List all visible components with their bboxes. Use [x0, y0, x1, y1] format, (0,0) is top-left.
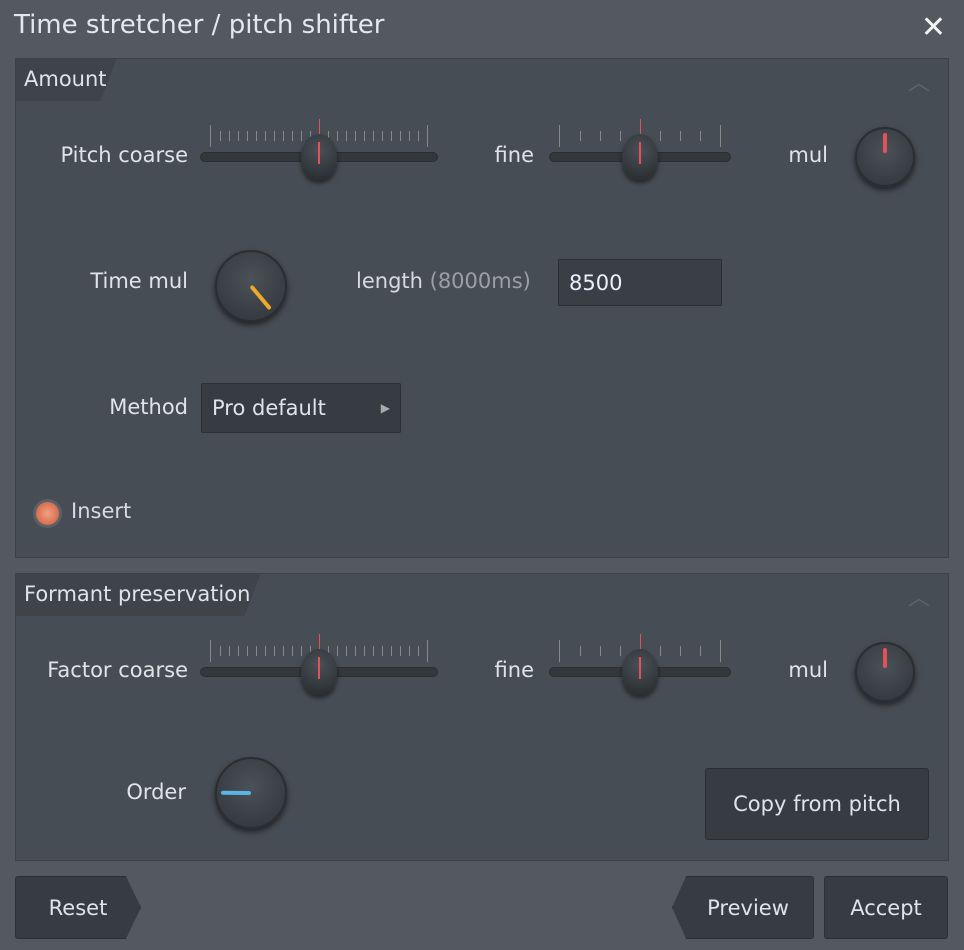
- collapse-chevron-icon[interactable]: ︿: [908, 65, 930, 97]
- accept-button[interactable]: Accept: [824, 876, 948, 939]
- factor-fine-label: fine: [494, 658, 534, 682]
- insert-checkbox[interactable]: [33, 499, 62, 528]
- method-label: Method: [109, 395, 188, 419]
- length-input[interactable]: 8500: [558, 259, 722, 306]
- slider-thumb[interactable]: [622, 649, 658, 695]
- copy-from-pitch-button[interactable]: Copy from pitch: [705, 768, 929, 840]
- slider-thumb[interactable]: [622, 134, 658, 180]
- collapse-chevron-icon[interactable]: ︿: [908, 580, 930, 612]
- factor-coarse-label: Factor coarse: [47, 658, 188, 682]
- pitch-mul-knob[interactable]: [855, 127, 915, 187]
- knob-indicator: [220, 790, 252, 795]
- length-hint: (8000ms): [429, 269, 531, 293]
- amount-header-label: Amount: [24, 67, 107, 91]
- preview-button[interactable]: Preview: [672, 876, 814, 939]
- pitch-mul-label: mul: [788, 143, 828, 167]
- formant-header[interactable]: Formant preservation: [16, 574, 260, 616]
- factor-mul-label: mul: [788, 658, 828, 682]
- order-knob[interactable]: [215, 757, 287, 829]
- knob-indicator: [249, 284, 272, 311]
- close-icon[interactable]: ✕: [921, 10, 946, 45]
- amount-header[interactable]: Amount: [16, 59, 117, 101]
- pitch-fine-slider[interactable]: [549, 118, 731, 188]
- method-dropdown[interactable]: Pro default ▶: [201, 383, 401, 433]
- slider-thumb[interactable]: [301, 134, 337, 180]
- knob-indicator: [883, 133, 887, 153]
- order-label: Order: [126, 780, 186, 804]
- time-mul-label: Time mul: [90, 269, 188, 293]
- factor-fine-slider[interactable]: [549, 633, 731, 703]
- amount-panel: Amount ︿: [15, 58, 949, 558]
- pitch-coarse-label: Pitch coarse: [60, 143, 188, 167]
- chevron-right-icon: ▶: [380, 401, 390, 415]
- reset-button[interactable]: Reset: [15, 876, 141, 939]
- slider-thumb[interactable]: [301, 649, 337, 695]
- length-label: length (8000ms): [356, 269, 531, 293]
- length-text: length: [356, 269, 423, 293]
- pitch-coarse-slider[interactable]: [200, 118, 438, 188]
- window-title: Time stretcher / pitch shifter: [14, 10, 385, 40]
- time-mul-knob[interactable]: [215, 250, 287, 322]
- method-value: Pro default: [212, 396, 326, 420]
- factor-coarse-slider[interactable]: [200, 633, 438, 703]
- insert-label: Insert: [71, 499, 132, 523]
- factor-mul-knob[interactable]: [855, 642, 915, 702]
- formant-header-label: Formant preservation: [24, 582, 251, 606]
- pitch-fine-label: fine: [494, 143, 534, 167]
- knob-indicator: [883, 648, 887, 668]
